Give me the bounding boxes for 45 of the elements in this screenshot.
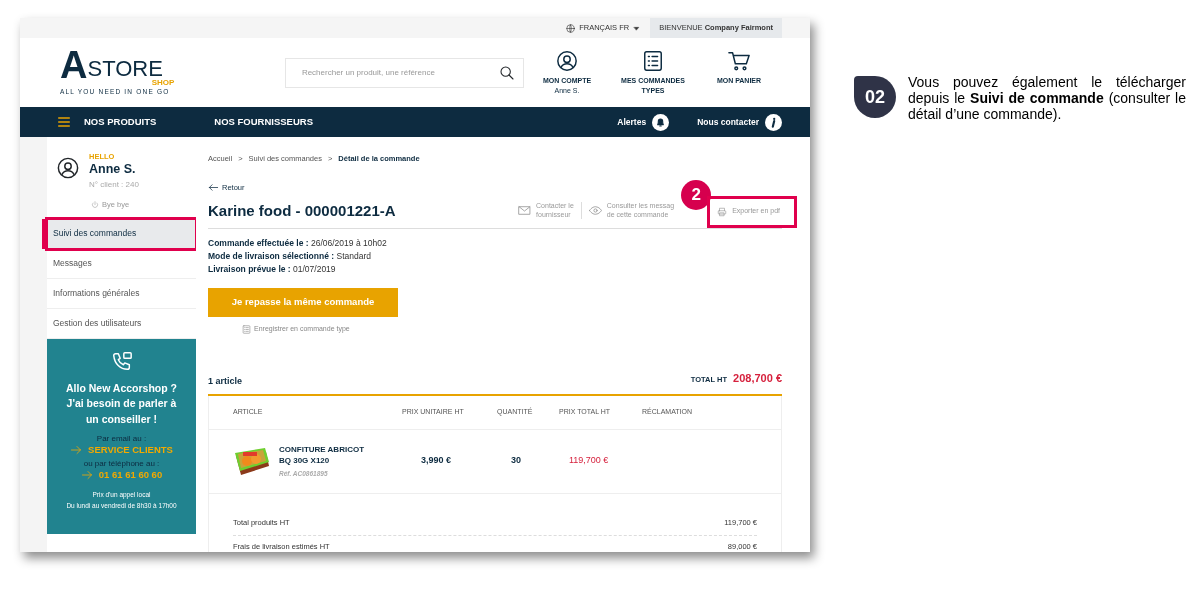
globe-icon	[566, 23, 576, 33]
table-cell-text: 30	[510, 454, 522, 468]
phone-label: ou par téléphone au :	[83, 458, 160, 469]
table-cell-text: 119,700 €	[568, 454, 610, 468]
power-icon	[91, 200, 99, 209]
callout-text: Vous pouvez également le télécharger depuis le Suivi de commande (consulter le détail d’une commande).	[908, 74, 1186, 124]
logo-subtitle: SHOP	[151, 78, 175, 87]
mail-icon	[518, 204, 532, 217]
table-cell-text: 3,990 €	[420, 454, 453, 468]
client-number: N° client : 240	[89, 179, 139, 192]
alerts-link[interactable]: Alertes	[617, 115, 647, 129]
help-title: Allo New Accorshop ? J'ai besoin de parler à un conseiller !	[64, 380, 178, 427]
back-arrow-icon	[208, 182, 219, 194]
product-name[interactable]: CONFITURE ABRICOT BQ 30G X120	[279, 443, 375, 467]
account-icon	[556, 50, 578, 73]
total-value: 208,700 €	[733, 371, 782, 384]
phone-chat-icon	[110, 350, 133, 373]
search-icon[interactable]	[499, 64, 515, 81]
list-icon	[642, 50, 664, 73]
list-icon	[242, 324, 251, 334]
order-detail: Livraison prévue le : 01/07/2019	[208, 262, 337, 276]
order-detail: Mode de livraison sélectionné : Standard	[208, 249, 372, 263]
nav-link[interactable]: NOS PRODUITS	[84, 114, 157, 130]
article-count: 1 article	[208, 375, 243, 388]
logo-mark[interactable]: A	[60, 49, 88, 80]
contact-link[interactable]: Nous contacter	[697, 115, 759, 129]
caret-icon	[633, 24, 641, 32]
logo-name[interactable]: STORE	[87, 57, 163, 80]
printer-icon	[717, 206, 728, 217]
order-title: Karine food - 000001221-A	[208, 201, 397, 220]
arrow-icon	[70, 444, 83, 457]
menu-icon[interactable]	[57, 115, 71, 129]
user-name: Anne S.	[89, 162, 137, 178]
bell-icon[interactable]	[652, 113, 670, 131]
user-avatar-icon	[57, 157, 79, 179]
nav-link[interactable]: NOS FOURNISSEURS	[214, 114, 314, 130]
arrow-icon	[80, 469, 93, 482]
order-detail: Commande effectuée le : 26/06/2019 à 10h02	[208, 236, 388, 250]
info-icon[interactable]	[765, 113, 782, 131]
search-bar[interactable]: Rechercher un produit, une référence	[284, 57, 524, 88]
email-label: Par email au :	[96, 433, 147, 444]
cart-icon	[728, 50, 750, 73]
step-number: 02	[854, 76, 896, 118]
eye-icon	[588, 204, 602, 217]
step-badge: 2	[681, 179, 712, 210]
